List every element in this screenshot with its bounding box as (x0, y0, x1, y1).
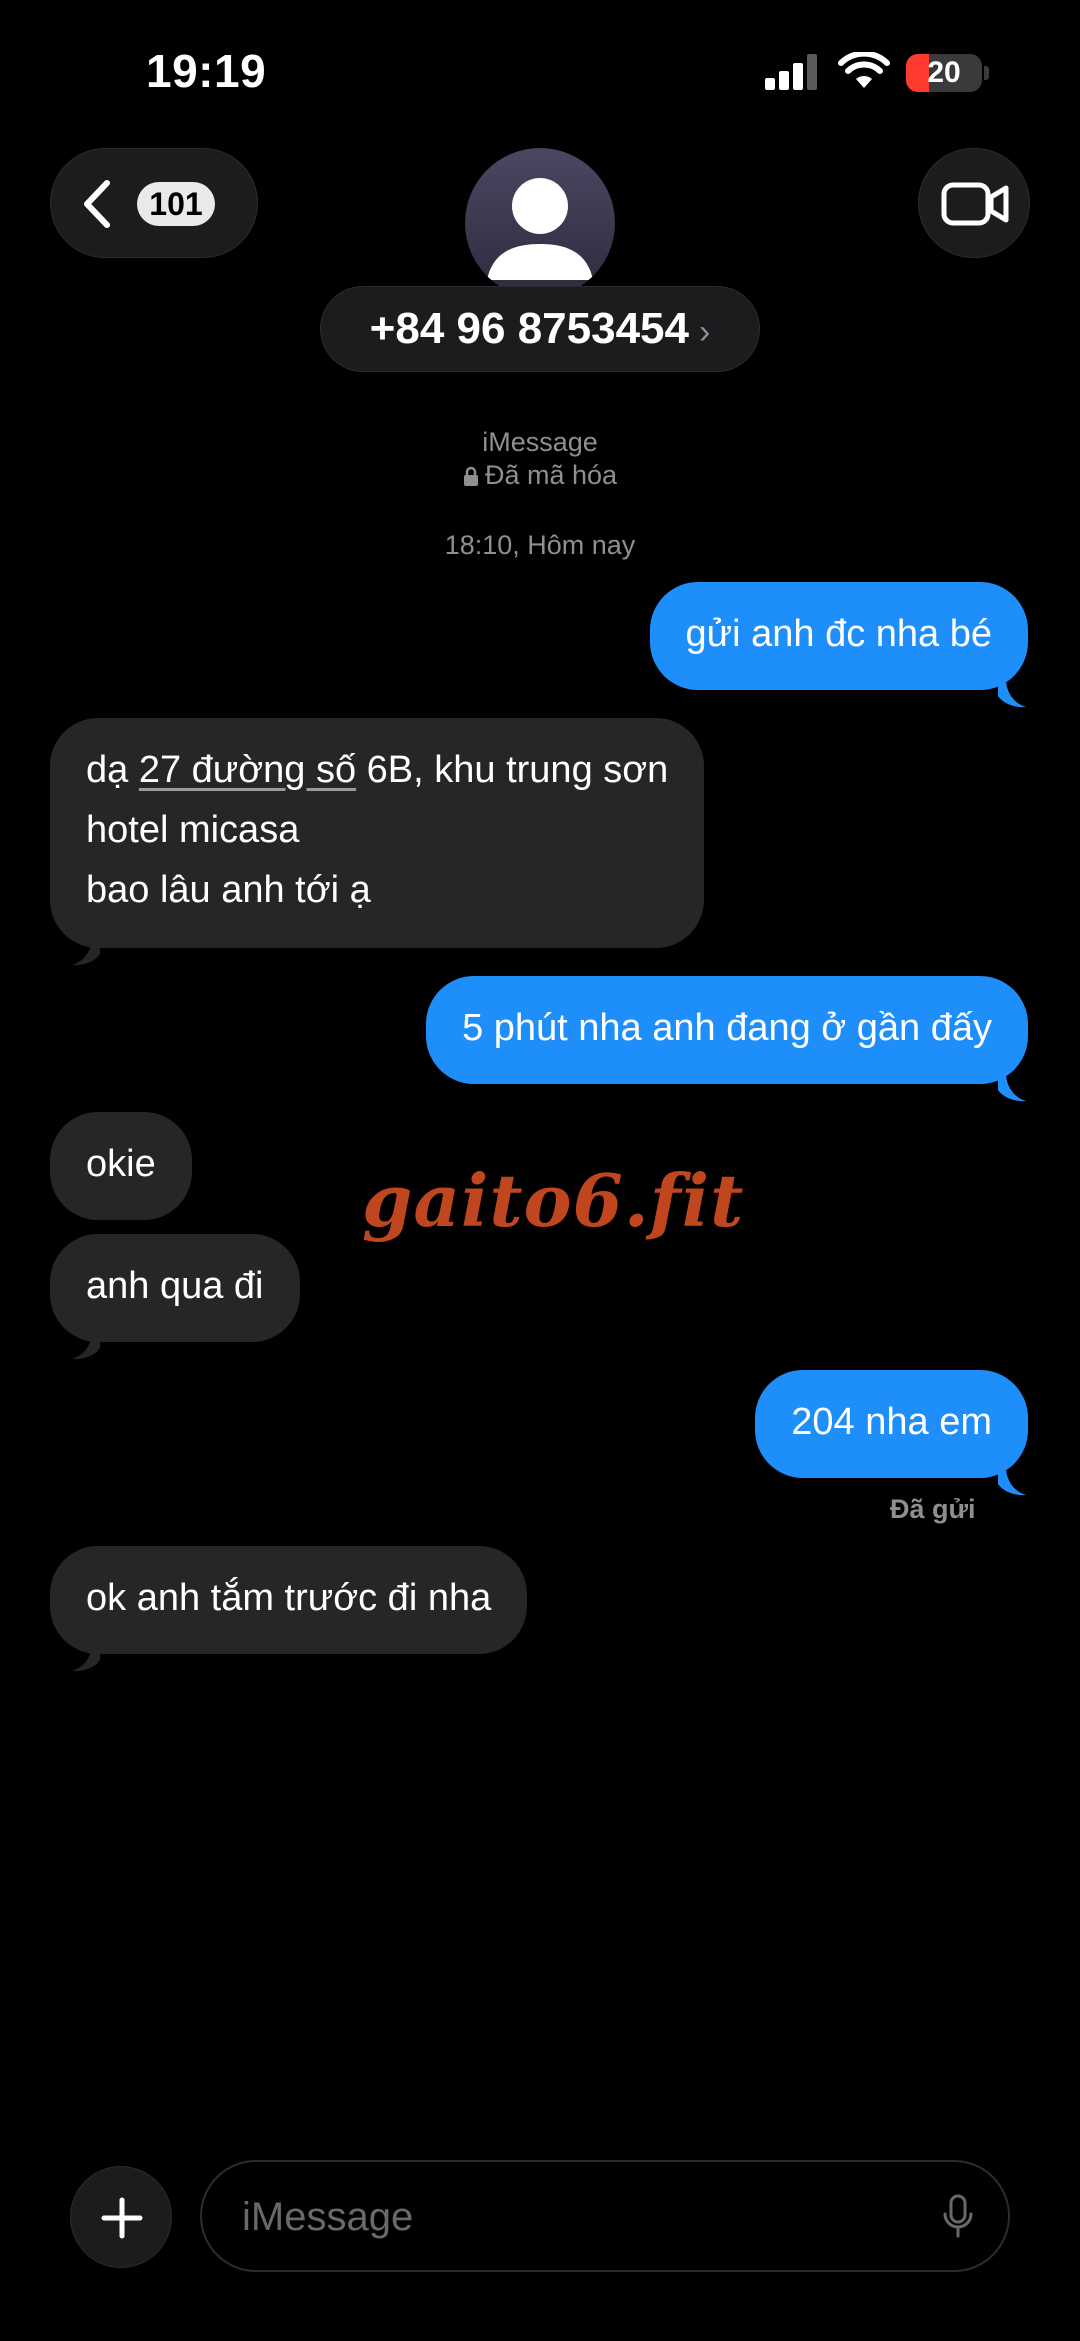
lock-icon (463, 466, 478, 486)
message-timestamp: 18:10, Hôm nay (444, 530, 636, 560)
message-bubble-outgoing[interactable]: gửi anh đc nha bé (649, 582, 1028, 690)
status-time: 19:19 (146, 45, 267, 97)
battery-level: 20 (927, 56, 961, 89)
battery-icon: 20 (906, 54, 982, 92)
service-label: iMessage (482, 427, 598, 457)
contact-name: +84 96 8753454 (369, 304, 689, 353)
battery-tip (984, 66, 989, 80)
message-line: bao lâu anh tới ạ (86, 869, 371, 911)
unread-count-badge: 101 (137, 182, 215, 226)
wifi-icon (838, 52, 890, 88)
bubble-tail (998, 682, 1026, 708)
address-link[interactable]: 27 đường số (139, 749, 356, 791)
encryption-label: Đã mã hóa (0, 460, 1080, 491)
message-text: ok anh tắm trước đi nha (86, 1577, 492, 1619)
bubble-tail (72, 940, 100, 966)
video-call-button[interactable] (918, 148, 1030, 258)
bubble-tail (998, 1470, 1026, 1496)
message-bubble-incoming[interactable]: okie (50, 1112, 192, 1220)
message-bubble-incoming[interactable]: ok anh tắm trước đi nha (50, 1546, 528, 1654)
contact-name-button[interactable]: +84 96 8753454 › (320, 286, 760, 372)
encryption-text: Đã mã hóa (484, 460, 618, 490)
message-text: 204 nha em (791, 1401, 992, 1443)
bubble-tail (998, 1076, 1026, 1102)
message-input[interactable] (240, 2162, 884, 2272)
delivery-status: Đã gửi (890, 1494, 976, 1524)
watermark: gaito6.fit (362, 1158, 745, 1243)
message-text: okie (86, 1143, 156, 1185)
back-button[interactable]: 101 (50, 148, 258, 258)
microphone-icon[interactable] (942, 2194, 974, 2240)
person-icon (487, 178, 593, 280)
video-camera-icon (941, 182, 1009, 226)
signal-icon (765, 54, 817, 90)
chevron-right-icon: › (699, 313, 711, 351)
message-text: 6B, khu trung sơn (356, 749, 669, 791)
message-line: hotel micasa (86, 809, 300, 851)
message-input-field[interactable] (200, 2160, 1010, 2272)
message-bubble-incoming[interactable]: anh qua đi (50, 1234, 300, 1342)
bubble-tail (72, 1646, 100, 1672)
add-attachment-button[interactable] (70, 2166, 172, 2268)
message-bubble-outgoing[interactable]: 204 nha em (755, 1370, 1028, 1478)
chevron-left-icon (84, 180, 110, 228)
message-text: 5 phút nha anh đang ở gần đấy (462, 1007, 992, 1049)
message-text: anh qua đi (86, 1265, 264, 1307)
message-text: gửi anh đc nha bé (685, 613, 992, 655)
plus-icon (101, 2197, 143, 2239)
contact-avatar[interactable] (465, 148, 615, 298)
message-line: dạ 27 đường số 6B, khu trung sơn (86, 740, 668, 800)
bubble-tail (72, 1334, 100, 1360)
message-bubble-incoming[interactable]: dạ 27 đường số 6B, khu trung sơn hotel m… (50, 718, 705, 948)
message-bubble-outgoing[interactable]: 5 phút nha anh đang ở gần đấy (426, 976, 1028, 1084)
message-text: dạ (86, 749, 139, 791)
